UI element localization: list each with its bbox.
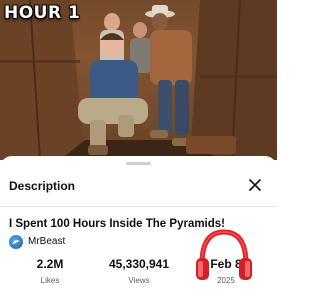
- drag-handle[interactable]: [126, 162, 151, 165]
- video-thumbnail[interactable]: HOUR 1: [0, 0, 277, 160]
- video-title: I Spent 100 Hours Inside The Pyramids!: [9, 218, 226, 230]
- views-stat: 45,330,941 Views: [96, 257, 182, 285]
- close-icon[interactable]: [246, 176, 264, 194]
- likes-stat: 2.2M Likes: [22, 257, 78, 285]
- headphones-icon: [194, 228, 254, 287]
- likes-label: Likes: [40, 276, 60, 285]
- channel-name[interactable]: MrBeast: [28, 236, 65, 247]
- header-divider: [0, 206, 277, 207]
- description-heading: Description: [9, 179, 76, 193]
- views-count: 45,330,941: [108, 257, 170, 271]
- channel-avatar[interactable]: [9, 235, 23, 249]
- pyramid-scene-image: [0, 0, 277, 160]
- hour-overlay-text: HOUR 1: [4, 3, 81, 23]
- likes-count: 2.2M: [36, 257, 64, 271]
- views-label: Views: [128, 276, 150, 285]
